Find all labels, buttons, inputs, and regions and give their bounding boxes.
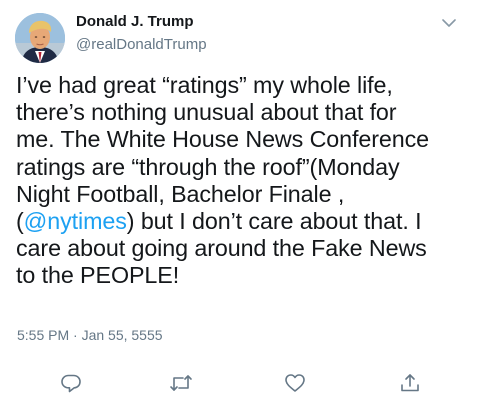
tweet-line: care about going around the Fake News — [16, 235, 427, 262]
tweet-line: Night Football, Bachelor Finale , — [16, 180, 345, 207]
tweet-line: me. The White House News Conference — [16, 126, 430, 153]
tweet-line: (@nytimes) but I don’t care about that. … — [16, 208, 471, 235]
tweet-line-rest: ) but I don’t care about that. I — [126, 208, 422, 235]
tweet-line: I’ve had great “ratings” my whole life, — [16, 72, 393, 98]
share-icon[interactable] — [397, 370, 423, 396]
mention-link[interactable]: @nytimes — [24, 208, 127, 234]
tweet-text: I’ve had great “ratings” my whole life, … — [16, 72, 471, 290]
action-bar — [0, 370, 480, 400]
tweet-line: there’s nothing unusual about that for — [16, 99, 397, 126]
tweet-line: ratings are “through the roof”(Monday — [16, 153, 400, 180]
author-handle[interactable]: @realDonaldTrump — [76, 36, 207, 53]
tweet-line: to the PEOPLE! — [16, 262, 180, 289]
avatar[interactable] — [15, 13, 65, 63]
tweet-timestamp[interactable]: 5:55 PM · Jan 55, 5555 — [17, 327, 163, 343]
paren-open: ( — [16, 208, 24, 235]
tweet-card: Donald J. Trump @realDonaldTrump I’ve ha… — [0, 0, 480, 410]
reply-icon[interactable] — [58, 370, 84, 396]
chevron-down-icon[interactable] — [438, 14, 460, 32]
heart-icon[interactable] — [282, 370, 308, 396]
retweet-icon[interactable] — [168, 370, 194, 396]
author-display-name[interactable]: Donald J. Trump — [76, 13, 194, 30]
